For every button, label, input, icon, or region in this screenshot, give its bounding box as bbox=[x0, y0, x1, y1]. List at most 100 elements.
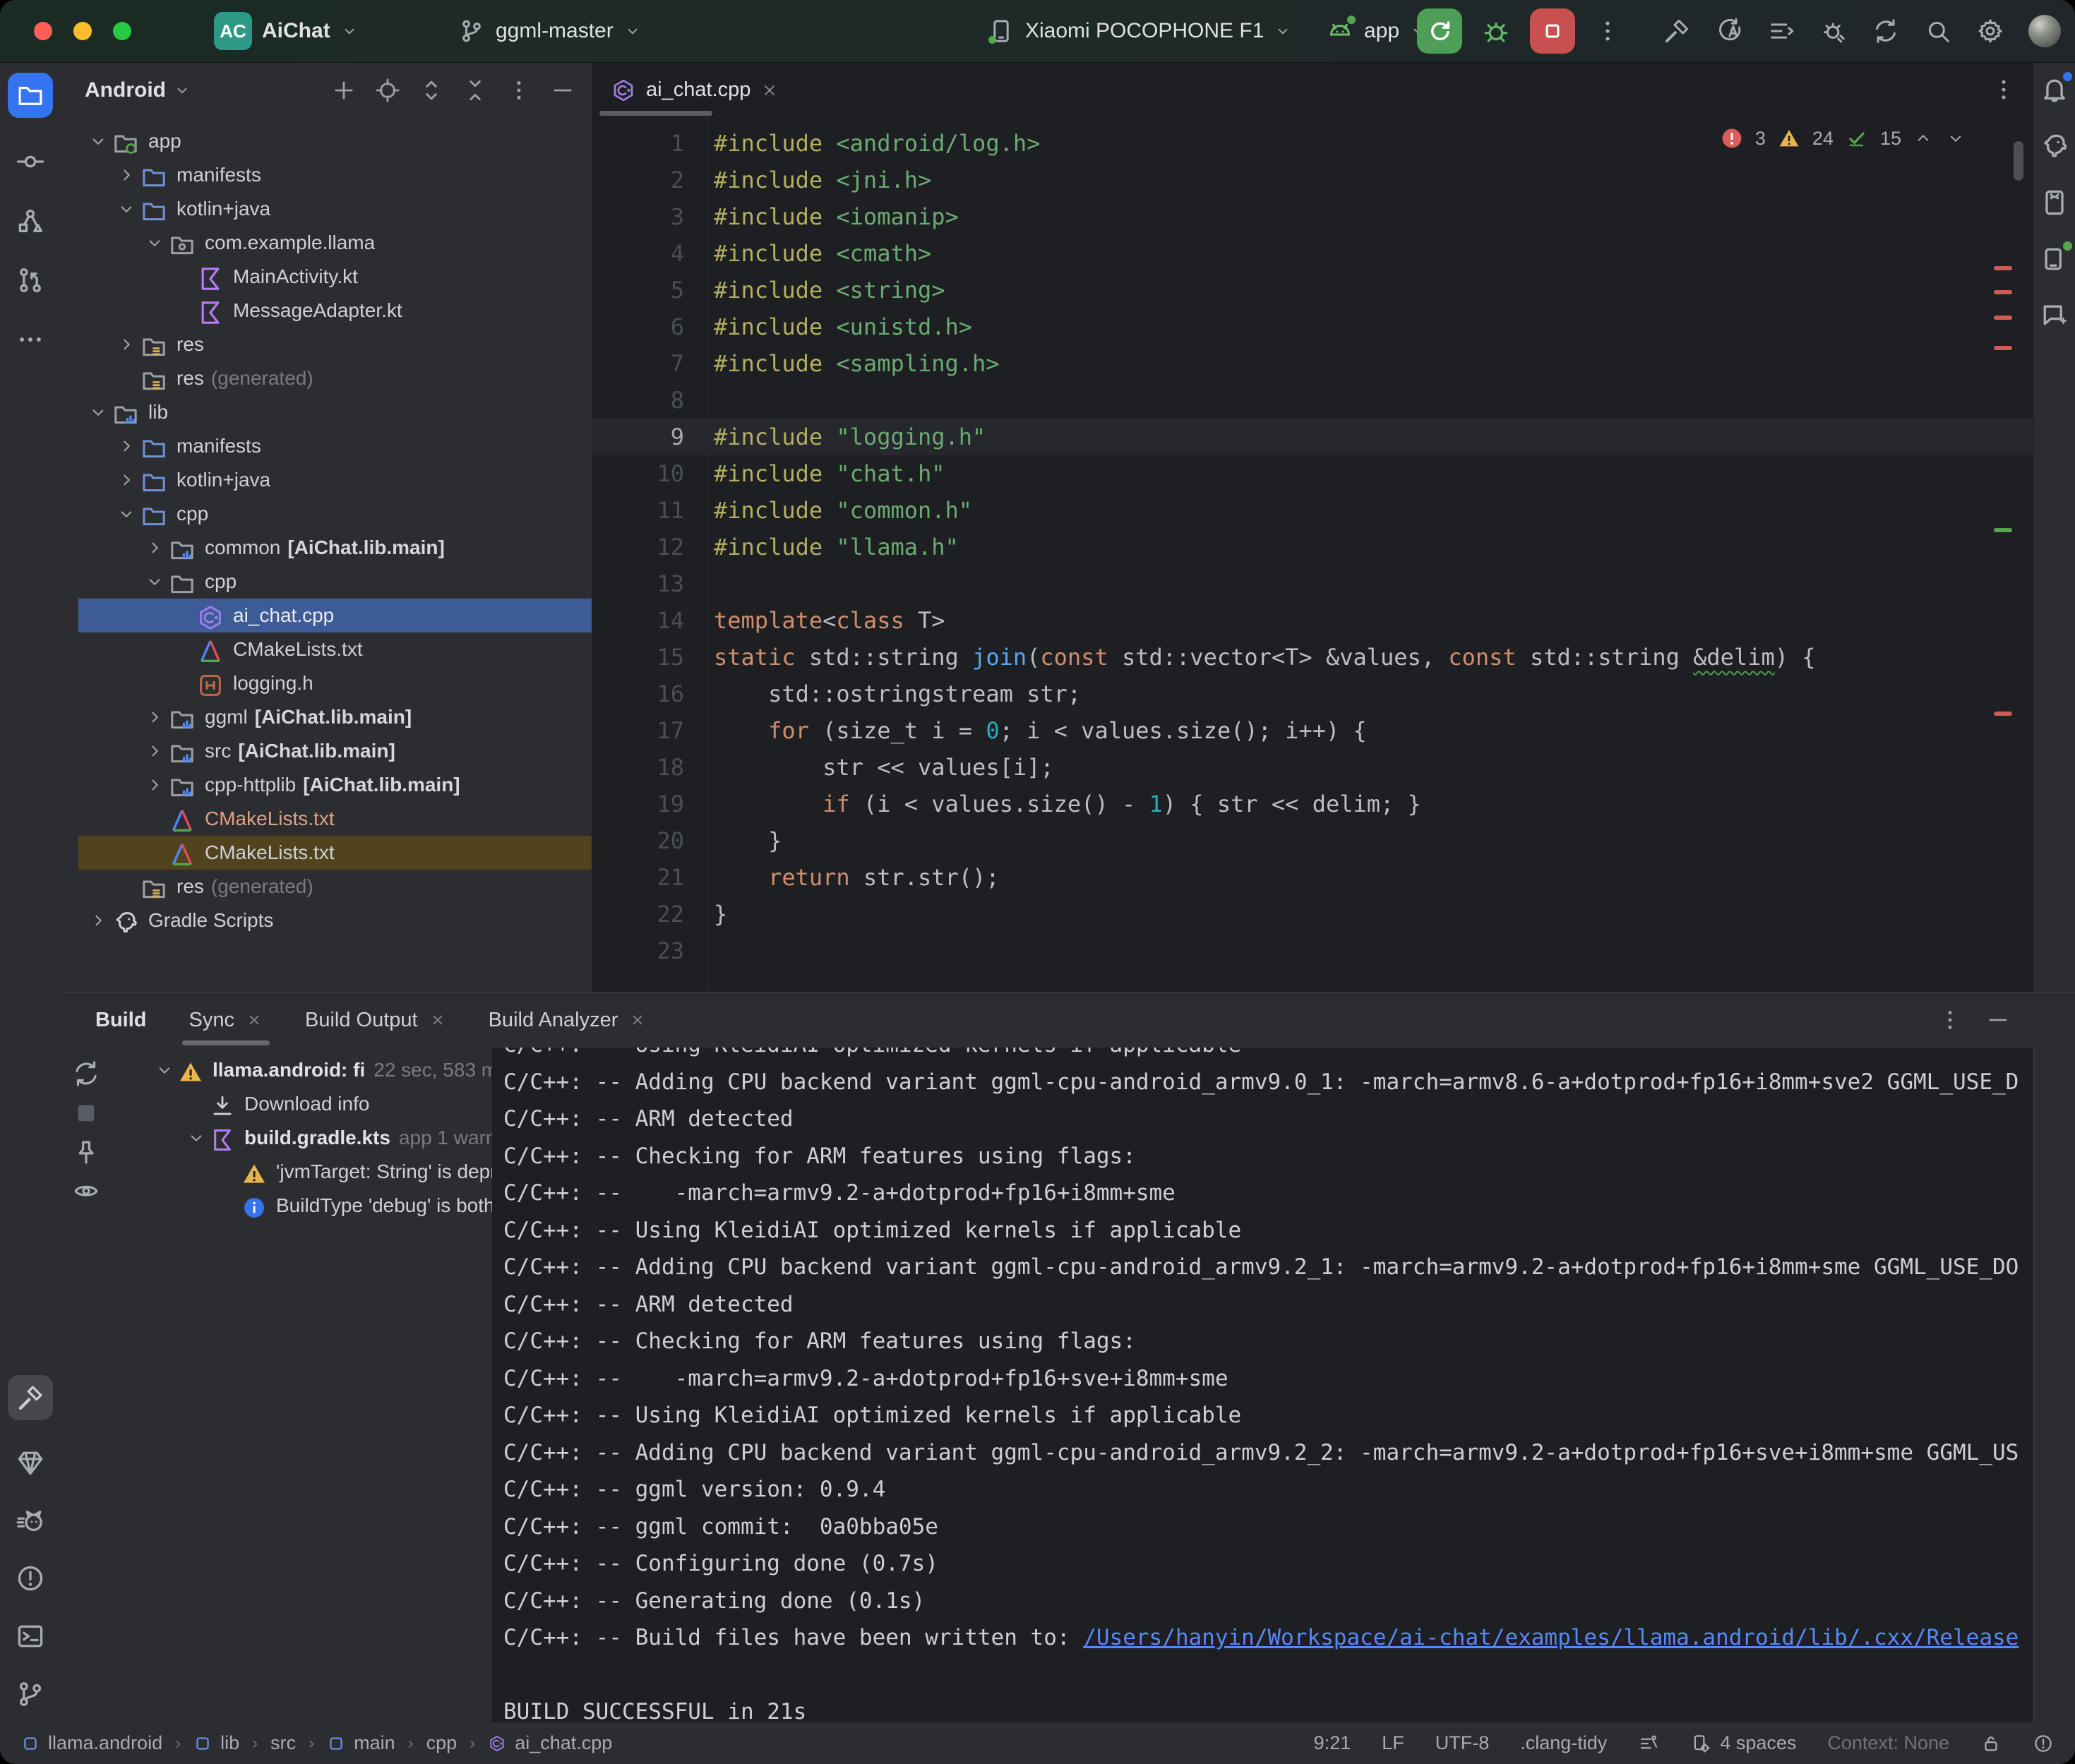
analysis-stripe-mark[interactable] bbox=[1994, 266, 2012, 270]
build-hammer-button[interactable] bbox=[8, 1375, 53, 1420]
breadcrumb-item[interactable]: llama.android bbox=[21, 1732, 162, 1754]
breadcrumb-item[interactable]: cpp bbox=[426, 1732, 458, 1754]
tree-item-app[interactable]: app bbox=[60, 124, 592, 158]
console-scrollbar-track[interactable] bbox=[2033, 1047, 2035, 1722]
chevron-down-icon[interactable] bbox=[141, 232, 168, 253]
tree-item-kotlin-java[interactable]: kotlin+java bbox=[60, 463, 592, 497]
branch-selector[interactable]: ggml-master bbox=[458, 0, 642, 62]
analysis-stripe-mark[interactable] bbox=[1994, 290, 2012, 294]
status-item[interactable]: LF bbox=[1382, 1732, 1404, 1754]
chevron-down-icon[interactable] bbox=[184, 1127, 209, 1148]
close-tab-icon[interactable] bbox=[760, 81, 779, 100]
sync-tree-item[interactable]: BuildType 'debug' is both de bbox=[138, 1189, 492, 1223]
running-devices-button[interactable] bbox=[2039, 244, 2070, 275]
run-button[interactable] bbox=[1417, 8, 1462, 54]
structure-button[interactable] bbox=[15, 205, 46, 236]
device-selector[interactable]: Xiaomi POCOPHONE F1 bbox=[987, 0, 1292, 62]
chevron-down-icon[interactable] bbox=[85, 402, 112, 423]
build-tab-build-analyzer[interactable]: Build Analyzer bbox=[489, 992, 647, 1048]
sync-project-button[interactable] bbox=[1715, 17, 1743, 45]
chevron-right-icon[interactable] bbox=[85, 910, 112, 931]
tree-item-messageadapter-kt[interactable]: MessageAdapter.kt bbox=[60, 294, 592, 328]
editor-options-icon[interactable] bbox=[1990, 76, 2018, 104]
profiler-button[interactable] bbox=[1767, 17, 1795, 45]
breadcrumb-item[interactable]: ai_chat.cpp bbox=[488, 1732, 612, 1754]
breadcrumb-item[interactable]: lib bbox=[193, 1732, 239, 1754]
inspect-button[interactable] bbox=[71, 1177, 101, 1207]
chevron-down-icon[interactable] bbox=[141, 571, 168, 592]
ai-assistant-button[interactable] bbox=[2039, 300, 2070, 331]
close-window-button[interactable] bbox=[34, 22, 52, 40]
tree-item-gradle-scripts[interactable]: Gradle Scripts bbox=[60, 904, 592, 937]
search-button[interactable] bbox=[1924, 17, 1952, 45]
analysis-stripe-mark[interactable] bbox=[1994, 316, 2012, 320]
debug-button[interactable] bbox=[1481, 16, 1512, 47]
sync-tree-item[interactable]: Download info bbox=[138, 1087, 492, 1121]
tree-item-cmakelists-txt[interactable]: CMakeLists.txt bbox=[60, 632, 592, 666]
hide-button[interactable] bbox=[549, 77, 576, 104]
status-item-lock[interactable] bbox=[1980, 1733, 2002, 1754]
more-button[interactable] bbox=[15, 324, 46, 355]
chevron-right-icon[interactable] bbox=[113, 334, 140, 355]
tree-item-cpp[interactable]: cpp bbox=[60, 497, 592, 531]
editor-tab-ai-chat-cpp[interactable]: ai_chat.cpp bbox=[592, 63, 799, 117]
sync-tree-item[interactable]: 'jvmTarget: String' is deprec bbox=[138, 1155, 492, 1189]
analysis-stripe-mark[interactable] bbox=[1994, 346, 2012, 350]
add-button[interactable] bbox=[330, 77, 357, 104]
next-problem-button[interactable] bbox=[1945, 128, 1966, 149]
tab-scrollbar[interactable] bbox=[599, 111, 712, 116]
chevron-down-icon[interactable] bbox=[152, 1060, 177, 1081]
project-selector[interactable]: AC AiChat bbox=[214, 0, 359, 62]
tree-item-cmakelists-txt[interactable]: CMakeLists.txt bbox=[60, 802, 592, 836]
tree-item-res[interactable]: res(generated) bbox=[60, 361, 592, 395]
chevron-right-icon[interactable] bbox=[141, 740, 168, 762]
hide-button[interactable] bbox=[1985, 1007, 2011, 1033]
status-item[interactable]: UTF-8 bbox=[1435, 1732, 1490, 1754]
status-item-inspections[interactable] bbox=[1638, 1733, 1659, 1754]
device-manager-button[interactable] bbox=[2039, 187, 2070, 218]
tree-item-manifests[interactable]: manifests bbox=[60, 158, 592, 192]
tree-item-cpp[interactable]: cpp bbox=[60, 565, 592, 599]
sync-tree-item[interactable]: build.gradle.ktsapp 1 warning bbox=[138, 1121, 492, 1155]
more-vert-button[interactable] bbox=[1937, 1007, 1963, 1033]
build-tab-build-output[interactable]: Build Output bbox=[305, 992, 446, 1048]
status-item[interactable]: 9:21 bbox=[1314, 1732, 1351, 1754]
tree-item-manifests[interactable]: manifests bbox=[60, 429, 592, 463]
cat-button[interactable] bbox=[15, 1505, 46, 1536]
breadcrumb-item[interactable]: src bbox=[270, 1732, 296, 1754]
sync-tree-item[interactable]: llama.android: fi22 sec, 583 ms bbox=[138, 1053, 492, 1087]
inspections-widget[interactable]: 32415 bbox=[1720, 121, 1966, 155]
status-item-phone-gear[interactable]: 4 spaces bbox=[1690, 1732, 1796, 1754]
build-tab-sync[interactable]: Sync bbox=[189, 992, 263, 1048]
chevron-right-icon[interactable] bbox=[113, 436, 140, 457]
re-sync-button[interactable] bbox=[71, 1059, 101, 1088]
status-item[interactable]: .clang-tidy bbox=[1520, 1732, 1607, 1754]
more-actions-icon[interactable] bbox=[1593, 17, 1622, 45]
tree-item-logging-h[interactable]: logging.h bbox=[60, 666, 592, 700]
chevron-down-icon[interactable] bbox=[113, 503, 140, 524]
user-avatar[interactable] bbox=[2028, 15, 2061, 47]
console-link[interactable]: /Users/hanyin/Workspace/ai-chat/examples… bbox=[1083, 1625, 2019, 1650]
app-inspection-button[interactable] bbox=[1819, 17, 1848, 45]
tree-item-src[interactable]: src[AiChat.lib.main] bbox=[60, 734, 592, 768]
tree-item-res[interactable]: res bbox=[60, 328, 592, 361]
close-tab-icon[interactable] bbox=[629, 1012, 646, 1028]
code-editor[interactable]: 1#include <android/log.h>2#include <jni.… bbox=[592, 117, 2033, 992]
gradle-button[interactable] bbox=[2039, 131, 2070, 162]
expand-all-button[interactable] bbox=[418, 77, 445, 104]
chevron-right-icon[interactable] bbox=[113, 164, 140, 186]
terminal-button[interactable] bbox=[15, 1621, 46, 1652]
build-button[interactable] bbox=[1663, 17, 1691, 45]
editor-scrollbar-thumb[interactable] bbox=[2014, 141, 2023, 181]
analysis-stripe-mark[interactable] bbox=[1994, 528, 2012, 532]
tree-item-ggml[interactable]: ggml[AiChat.lib.main] bbox=[60, 700, 592, 734]
gradle-sync-button[interactable] bbox=[1872, 17, 1900, 45]
tree-item-kotlin-java[interactable]: kotlin+java bbox=[60, 192, 592, 226]
commit-button[interactable] bbox=[15, 146, 46, 177]
previous-problem-button[interactable] bbox=[1913, 128, 1934, 149]
tree-item-common[interactable]: common[AiChat.lib.main] bbox=[60, 531, 592, 565]
stop-button[interactable] bbox=[1530, 8, 1575, 54]
more-vert-button[interactable] bbox=[506, 77, 532, 104]
version-control-button[interactable] bbox=[15, 1679, 46, 1710]
breadcrumb-item[interactable]: main bbox=[327, 1732, 395, 1754]
